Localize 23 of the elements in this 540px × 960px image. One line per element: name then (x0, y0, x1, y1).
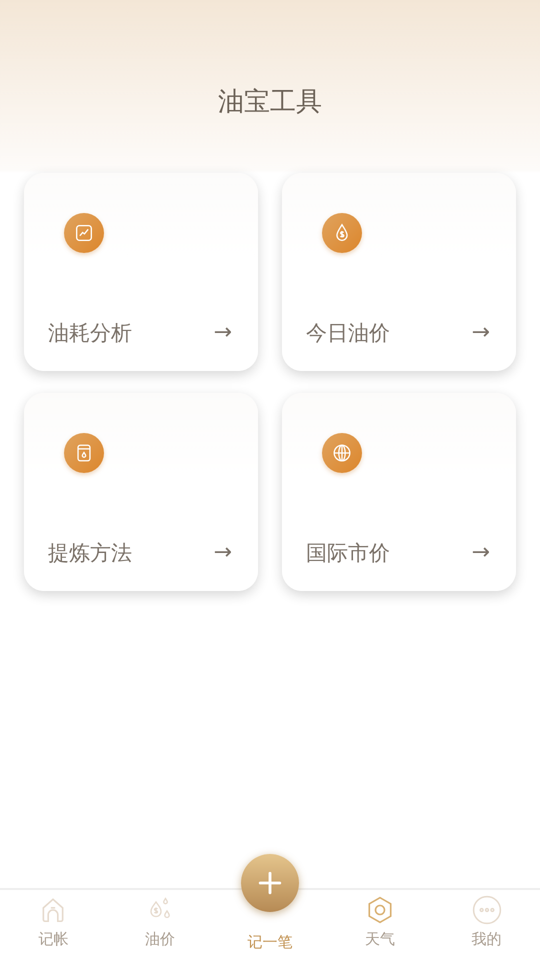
plus-icon (257, 870, 283, 896)
chart-icon (73, 222, 95, 244)
more-icon (472, 895, 502, 925)
tab-item[interactable]: 油价 (106, 890, 214, 960)
arrow-icon: → (214, 322, 232, 344)
tool-card[interactable]: 提炼方法 → (24, 393, 258, 591)
tab-item[interactable]: 我的 (433, 890, 540, 960)
arrow-icon: → (214, 542, 232, 564)
tool-card[interactable]: 国际市价 → (282, 393, 516, 591)
tool-label: 今日油价 (306, 320, 390, 347)
tab-item[interactable]: 记帐 (0, 890, 107, 960)
arrow-icon: → (472, 542, 490, 564)
tool-label: 油耗分析 (48, 320, 132, 347)
tab-item[interactable]: 天气 (326, 890, 434, 960)
tool-label: 国际市价 (306, 540, 390, 567)
tool-label: 提炼方法 (48, 540, 132, 567)
add-button[interactable] (241, 854, 299, 912)
globe-icon (331, 442, 353, 464)
tool-card[interactable]: 今日油价 → (282, 173, 516, 371)
arrow-icon: → (472, 322, 490, 344)
page-title: 油宝工具 (218, 86, 322, 119)
tab-item[interactable]: 记一笔 (248, 931, 292, 952)
tool-card[interactable]: 油耗分析 → (24, 173, 258, 371)
